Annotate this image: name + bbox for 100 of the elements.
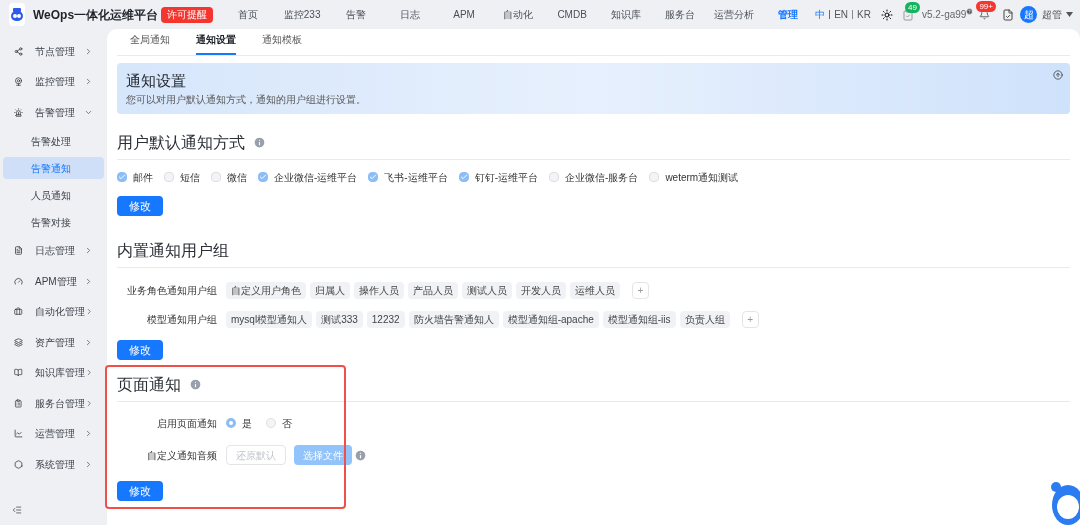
checkbox-option[interactable]: 企业微信-服务台 [549,169,639,185]
nav-tab[interactable]: 知识库 [599,7,654,22]
gauge-icon [14,276,23,286]
language-option[interactable]: KR [857,7,871,22]
nav-tab[interactable]: 监控233 [275,7,330,22]
group-tag: 防火墙告警通知人 [408,310,499,328]
nav-tab[interactable]: CMDB [545,7,600,22]
edit-button[interactable]: 修改 [117,196,163,216]
nav-tab[interactable]: 自动化 [491,7,546,22]
group-tag: 测试人员 [462,281,512,299]
sidebar-item[interactable]: 服务台管理 [0,388,107,419]
book-icon [14,368,23,378]
sidebar-subitem[interactable]: 告警处理 [3,130,104,152]
hexagon-icon [14,459,23,469]
edit-button[interactable]: 修改 [117,481,163,501]
radio-option[interactable]: 是 [226,415,252,431]
sidebar-subitem[interactable]: 告警对接 [3,211,104,233]
siren-icon [14,107,23,117]
sidebar-item[interactable]: 日志管理 [0,235,107,266]
language-option[interactable]: 中 [815,7,826,22]
section-title: 页面通知 [117,374,181,395]
checkbox-option[interactable]: 企业微信-运维平台 [258,169,358,185]
field-label: 自定义通知音频 [146,448,217,463]
sidebar-item[interactable]: 告警管理 [0,97,107,128]
group-tag: mysql模型通知人 [226,310,313,328]
checkbox-option[interactable]: 钉钉-运维平台 [458,169,539,185]
nav-tab[interactable]: 首页 [221,7,276,22]
chart-icon [14,429,23,439]
nav-tab[interactable]: 告警 [329,7,384,22]
briefcase-icon [14,307,23,317]
checkbox[interactable] [211,172,221,182]
group-tag: 模型通知组-iis [602,310,676,328]
sidebar-item[interactable]: 监控管理 [0,66,107,97]
chevron-icon [84,77,93,87]
group-tag: 自定义用户角色 [226,281,306,299]
user-avatar[interactable]: 超 [1020,6,1038,23]
info-icon [189,378,202,391]
nav-tab[interactable]: 服务台 [653,7,708,22]
info-icon [253,136,266,149]
nav-tab[interactable]: 管理 [761,7,816,22]
section-title: 用户默认通知方式 [117,132,245,153]
clipboard-icon [14,398,23,408]
logo-icon [9,3,25,26]
sidebar-subitem[interactable]: 人员通知 [3,184,104,206]
chevron-icon [84,429,93,439]
document-icon [14,246,23,256]
notification-icon[interactable] [979,9,991,20]
help-icon[interactable] [966,8,974,15]
sidebar-item[interactable]: 节点管理 [0,36,107,67]
checkbox[interactable] [164,172,174,182]
user-name[interactable]: 超管 [1042,7,1063,22]
group-tag: 12232 [366,310,405,328]
sidebar-item[interactable]: 自动化管理 [0,296,107,327]
sidebar-item[interactable]: 资产管理 [0,327,107,358]
group-label: 业务角色通知用户组 [126,283,217,298]
chevron-icon [84,459,93,469]
sidebar-item[interactable]: 知识库管理 [0,357,107,388]
radio[interactable] [266,418,276,428]
section-title: 内置通知用户组 [117,240,229,261]
tab[interactable]: 通知设置 [196,32,236,55]
sidebar-item[interactable]: APM管理 [0,266,107,297]
version-label: v5.2-ga99 [921,8,967,22]
nav-tab[interactable]: 日志 [383,7,438,22]
checkbox[interactable] [117,172,127,182]
group-label: 模型通知用户组 [146,312,217,327]
document-icon[interactable] [1002,8,1015,21]
checkbox-option[interactable]: 微信 [211,169,247,185]
checkbox[interactable] [549,172,560,182]
collapse-icon[interactable] [12,505,22,515]
nav-tab[interactable]: APM [437,7,492,22]
group-tag: 运维人员 [570,281,620,299]
tab[interactable]: 通知模板 [262,32,302,55]
radio-option[interactable]: 否 [266,415,292,431]
app-title: WeOps一体化运维平台 [33,6,159,24]
license-badge[interactable]: 许可提醒 [161,6,214,23]
language-option[interactable]: EN [834,7,849,22]
field-label: 启用页面通知 [156,416,217,431]
sidebar-item[interactable]: 运营管理 [0,418,107,449]
group-tag: 测试333 [316,310,363,328]
checkbox-option[interactable]: 短信 [164,169,200,185]
collapse-icon[interactable] [1053,70,1063,80]
group-tag: 负责人组 [679,310,730,328]
chevron-icon [84,246,93,256]
checkbox[interactable] [368,172,379,182]
checkbox[interactable] [258,172,268,182]
checkbox[interactable] [649,172,660,182]
sidebar-item[interactable]: 系统管理 [0,449,107,480]
caret-icon[interactable] [1066,12,1074,17]
nav-tab[interactable]: 运营分析 [707,7,762,22]
edit-button[interactable]: 修改 [117,340,163,360]
checkbox[interactable] [458,172,469,182]
checkbox-option[interactable]: 飞书-运维平台 [368,169,448,185]
checkbox-option[interactable]: weterm通知测试 [649,169,739,185]
chevron-icon [84,337,93,347]
group-tag: 模型通知组-apache [502,310,599,328]
theme-icon[interactable] [880,8,893,21]
radio[interactable] [226,418,236,428]
checkbox-option[interactable]: 邮件 [117,169,153,185]
group-tag: 归属人 [310,281,350,299]
tab[interactable]: 全局通知 [130,32,170,55]
